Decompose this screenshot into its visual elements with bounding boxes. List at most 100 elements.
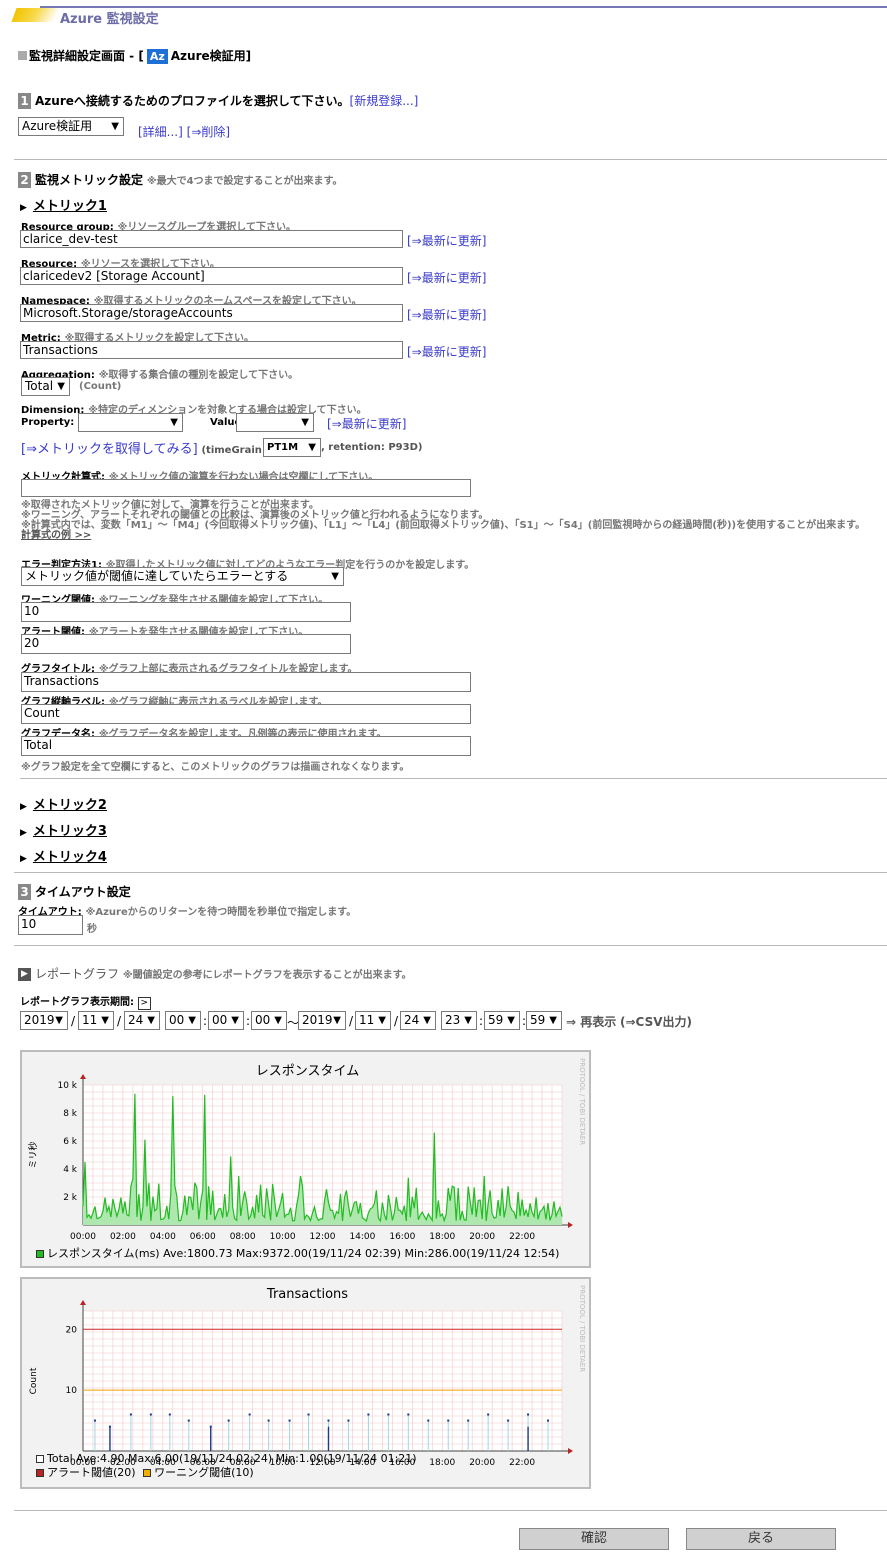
date-select[interactable]: 2019 ▼ <box>20 1011 68 1030</box>
legend-text: レスポンスタイム(ms) Ave:1800.73 Max:9372.00(19/… <box>47 1247 560 1260</box>
date-select[interactable]: 00 ▼ <box>165 1011 201 1030</box>
dimension-refresh-link[interactable]: [⇒最新に更新] <box>327 415 406 432</box>
metric4-toggle[interactable]: ▶ メトリック4 <box>20 846 107 865</box>
period-toggle-button[interactable]: > <box>137 997 151 1010</box>
section3-title: タイムアウト設定 <box>35 885 131 899</box>
date-select-value: 11 <box>359 1013 375 1027</box>
date-select-value: 00 <box>255 1013 271 1027</box>
data-point <box>487 1413 490 1416</box>
x-tick-label: 22:00 <box>509 1458 535 1468</box>
legend-text: アラート閾値(20) <box>47 1466 136 1479</box>
graph-dataname-input[interactable]: Total <box>21 736 471 756</box>
fetch-metric-link[interactable]: [⇒メトリックを取得してみる] <box>21 442 198 457</box>
dropdown-arrow-icon: ▼ <box>549 1015 557 1026</box>
legend-swatch <box>36 1469 44 1477</box>
section2-note: ※最大で4つまで設定することが出来ます。 <box>146 176 343 187</box>
formula-input[interactable] <box>21 479 471 497</box>
date-select-value: 24 <box>404 1013 420 1027</box>
date-select[interactable]: 59 ▼ <box>484 1011 520 1030</box>
data-point <box>447 1419 450 1422</box>
date-select-value: 2019 <box>24 1013 55 1027</box>
timegrain-label: (timeGrain: <box>201 445 266 456</box>
profile-value: Azure検証用 <box>22 119 93 133</box>
graph-title-input[interactable]: Transactions <box>21 672 471 692</box>
alert-input[interactable]: 20 <box>21 634 351 654</box>
field-note: ※取得する集合値の種別を設定して下さい。 <box>98 370 299 381</box>
x-tick-label: 02:00 <box>110 1232 136 1242</box>
date-select[interactable]: 00 ▼ <box>208 1011 244 1030</box>
date-select[interactable]: 11 ▼ <box>78 1011 114 1030</box>
profile-select[interactable]: Azure検証用 ▼ <box>18 117 124 136</box>
timeout-input[interactable]: 10 <box>18 915 83 935</box>
date-select[interactable]: 59 ▼ <box>526 1011 562 1030</box>
x-tick-label: 20:00 <box>469 1232 495 1242</box>
timegrain-select[interactable]: PT1M ▼ <box>263 438 321 457</box>
date-select[interactable]: 23 ▼ <box>441 1011 477 1030</box>
formula-example-link[interactable]: 計算式の例 >> <box>21 531 865 541</box>
dropdown-arrow-icon: ▼ <box>170 417 178 428</box>
date-select[interactable]: 00 ▼ <box>251 1011 287 1030</box>
dropdown-arrow-icon: ▼ <box>111 121 119 132</box>
resource-group-refresh-link[interactable]: [⇒最新に更新] <box>407 232 486 249</box>
property-label: Property: <box>21 417 75 428</box>
dimension-value-select[interactable]: ▼ <box>236 413 314 432</box>
data-point <box>187 1419 190 1422</box>
chart-legend: レスポンスタイム(ms) Ave:1800.73 Max:9372.00(19/… <box>36 1245 559 1261</box>
x-tick-label: 00:00 <box>70 1232 96 1242</box>
y-tick-label: 8 k <box>63 1109 78 1119</box>
dimension-label: Dimension: ※特定のディメンションを対象とする場合は設定して下さい。 <box>21 401 367 416</box>
section2-header: 2 監視メトリック設定 ※最大で4つまで設定することが出来ます。 <box>18 171 343 188</box>
transactions-chart: Transactions PROTOOL / TOBI DETAER 00:00… <box>20 1277 591 1489</box>
x-tick-label: 14:00 <box>349 1232 375 1242</box>
redisplay-link[interactable]: ⇒ 再表示 <box>566 1013 616 1030</box>
graph-ylabel-input[interactable]: Count <box>21 704 471 724</box>
metric1-toggle[interactable]: ▶ メトリック1 <box>20 195 107 214</box>
data-point <box>129 1413 132 1416</box>
date-separator: / <box>71 1014 76 1028</box>
section3-header: 3 タイムアウト設定 <box>18 883 131 900</box>
error-method-select[interactable]: メトリック値が閾値に達していたらエラーとする ▼ <box>21 567 344 586</box>
date-select[interactable]: 24 ▼ <box>124 1011 160 1030</box>
breadcrumb: 監視詳細設定画面 - [Az Azure検証用] <box>18 47 251 64</box>
x-tick-label: 12:00 <box>310 1232 336 1242</box>
warning-input[interactable]: 10 <box>21 602 351 622</box>
date-select[interactable]: 11 ▼ <box>355 1011 391 1030</box>
date-select[interactable]: 24 ▼ <box>400 1011 436 1030</box>
property-select[interactable]: ▼ <box>78 413 183 432</box>
date-select[interactable]: 2019 ▼ <box>298 1011 346 1030</box>
divider <box>14 1510 887 1511</box>
y-tick-label: 10 k <box>57 1081 77 1091</box>
error-method-value: メトリック値が閾値に達していたらエラーとする <box>25 569 289 583</box>
dropdown-arrow-icon: ▼ <box>188 1015 196 1026</box>
namespace-refresh-link[interactable]: [⇒最新に更新] <box>407 306 486 323</box>
report-icon: ▶ <box>18 968 31 981</box>
csv-export-link[interactable]: (⇒CSV出力) <box>620 1013 692 1030</box>
namespace-input[interactable]: Microsoft.Storage/storageAccounts <box>20 304 403 322</box>
new-profile-link[interactable]: [新規登録...] <box>350 94 419 108</box>
resource-refresh-link[interactable]: [⇒最新に更新] <box>407 269 486 286</box>
resource-input[interactable]: claricedev2 [Storage Account] <box>20 267 403 285</box>
divider <box>14 945 887 946</box>
metric-input[interactable]: Transactions <box>20 341 403 359</box>
metric4-label: メトリック4 <box>32 850 107 865</box>
aggregation-select[interactable]: Total ▼ <box>21 377 70 396</box>
metric3-toggle[interactable]: ▶ メトリック3 <box>20 820 107 839</box>
delete-link[interactable]: [⇒削除] <box>187 125 230 139</box>
resource-group-input[interactable]: clarice_dev-test <box>20 230 403 248</box>
y-axis-label: Count <box>29 1367 39 1394</box>
confirm-button[interactable]: 確認 <box>519 1528 669 1550</box>
back-button[interactable]: 戻る <box>686 1528 836 1550</box>
data-point <box>168 1413 171 1416</box>
dropdown-arrow-icon: ▼ <box>308 442 316 453</box>
metric2-toggle[interactable]: ▶ メトリック2 <box>20 794 107 813</box>
data-point <box>547 1419 550 1422</box>
metric-refresh-link[interactable]: [⇒最新に更新] <box>407 343 486 360</box>
legend-swatch <box>36 1455 44 1463</box>
divider <box>20 778 887 779</box>
dropdown-arrow-icon: ▼ <box>301 417 309 428</box>
detail-link[interactable]: [詳細...] <box>138 125 183 139</box>
legend-swatch <box>143 1469 152 1477</box>
data-point <box>467 1419 470 1422</box>
dropdown-arrow-icon: ▼ <box>147 1015 155 1026</box>
y-tick-label: 6 k <box>63 1137 78 1147</box>
